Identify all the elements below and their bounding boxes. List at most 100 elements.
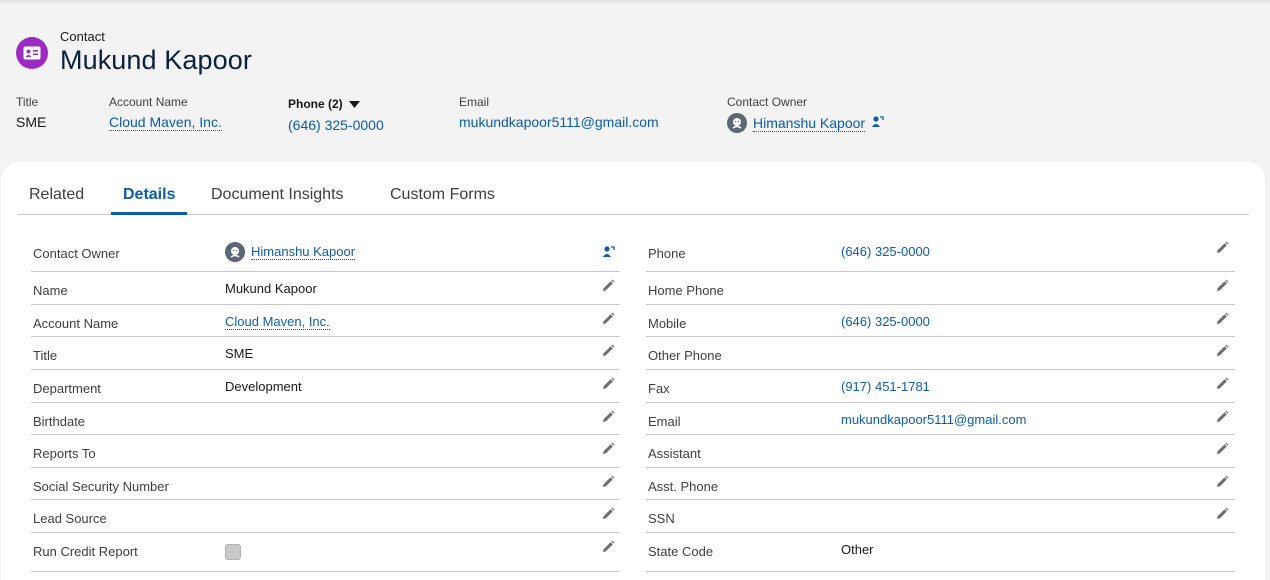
- pencil-edit-icon[interactable]: [601, 344, 615, 358]
- tab-custom-forms[interactable]: Custom Forms: [390, 186, 495, 215]
- field-label: Name: [33, 283, 68, 298]
- detail-field-birthdate: Birthdate: [31, 403, 620, 435]
- detail-field-asst-phone: Asst. Phone: [646, 468, 1235, 500]
- field-value-link[interactable]: Cloud Maven, Inc.: [225, 314, 330, 330]
- account-name-link[interactable]: Cloud Maven, Inc.: [109, 114, 222, 131]
- pencil-edit-icon[interactable]: [601, 312, 615, 326]
- highlight-account-name: Account Name Cloud Maven, Inc.: [109, 95, 222, 131]
- field-label: Birthdate: [33, 414, 86, 429]
- field-label: Contact Owner: [33, 246, 120, 261]
- field-label: State Code: [648, 544, 714, 559]
- detail-field-other-phone: Other Phone: [646, 337, 1235, 370]
- pencil-edit-icon[interactable]: [1215, 507, 1229, 521]
- detail-field-ssn: SSN: [646, 500, 1235, 533]
- pencil-edit-icon[interactable]: [1215, 377, 1229, 391]
- field-label: Lead Source: [33, 511, 107, 526]
- detail-field-fax: Fax (917) 451-1781: [646, 370, 1235, 403]
- detail-field-state-code: State Code Other: [646, 533, 1235, 572]
- pencil-edit-icon[interactable]: [601, 507, 615, 521]
- detail-field-contact-owner: Contact Owner Himanshu Kapoor: [31, 231, 620, 272]
- field-label: Mobile: [648, 316, 687, 331]
- active-tab-indicator: [111, 212, 187, 215]
- pencil-edit-icon[interactable]: [601, 377, 615, 391]
- field-value-link[interactable]: mukundkapoor5111@gmail.com: [841, 412, 1026, 427]
- field-value-link[interactable]: (646) 325-0000: [841, 244, 930, 259]
- field-label: Department: [33, 381, 101, 396]
- detail-field-department: Department Development: [31, 370, 620, 403]
- field-value-link[interactable]: (917) 451-1781: [841, 379, 930, 394]
- phone-link[interactable]: (646) 325-0000: [288, 117, 384, 133]
- field-label: Title: [33, 348, 58, 363]
- tab-bar: Related Details Document Insights Custom…: [17, 162, 1249, 215]
- field-label: Account Name: [33, 316, 119, 331]
- field-value: Other: [841, 542, 874, 557]
- detail-field-name: Name Mukund Kapoor: [31, 272, 620, 305]
- detail-field-reports-to: Reports To: [31, 435, 620, 468]
- field-label: Social Security Number: [33, 479, 169, 494]
- tab-document-insights[interactable]: Document Insights: [211, 186, 344, 215]
- pencil-edit-icon[interactable]: [1215, 241, 1229, 255]
- field-value: Cloud Maven, Inc.: [225, 314, 330, 330]
- record-header: Contact Mukund Kapoor Title SME Account …: [0, 0, 1270, 162]
- field-label: Asst. Phone: [648, 479, 719, 494]
- change-owner-icon[interactable]: [602, 245, 616, 259]
- detail-field-social-security-number: Social Security Number: [31, 468, 620, 500]
- tab-related[interactable]: Related: [29, 186, 84, 215]
- field-value: SME: [225, 346, 254, 361]
- detail-field-run-credit-report: Run Credit Report: [31, 533, 620, 572]
- email-link[interactable]: mukundkapoor5111@gmail.com: [459, 114, 659, 130]
- pencil-edit-icon[interactable]: [1215, 442, 1229, 456]
- field-label: Email: [648, 414, 681, 429]
- detail-field-phone: Phone (646) 325-0000: [646, 231, 1235, 272]
- detail-field-email: Email mukundkapoor5111@gmail.com: [646, 403, 1235, 435]
- pencil-edit-icon[interactable]: [1215, 410, 1229, 424]
- detail-field-account-name: Account Name Cloud Maven, Inc.: [31, 305, 620, 337]
- contact-card-icon: [16, 37, 48, 69]
- pencil-edit-icon[interactable]: [1215, 312, 1229, 326]
- field-label: SSN: [648, 511, 675, 526]
- contact-owner-link[interactable]: Himanshu Kapoor: [251, 244, 356, 260]
- user-avatar-icon: [225, 242, 245, 262]
- field-label: Assistant: [648, 446, 701, 461]
- contact-owner-link[interactable]: Himanshu Kapoor: [753, 115, 866, 132]
- highlight-label: Email: [459, 95, 490, 109]
- details-card: Related Details Document Insights Custom…: [1, 162, 1265, 580]
- detail-field-home-phone: Home Phone: [646, 272, 1235, 305]
- phone-dropdown[interactable]: Phone (2): [288, 97, 384, 111]
- pencil-edit-icon[interactable]: [601, 410, 615, 424]
- tab-details[interactable]: Details: [123, 186, 175, 215]
- field-label: Phone: [648, 246, 686, 261]
- detail-field-lead-source: Lead Source: [31, 500, 620, 533]
- highlight-contact-owner: Contact Owner Himanshu Kapoor: [727, 95, 884, 133]
- detail-field-mobile: Mobile (646) 325-0000: [646, 305, 1235, 337]
- caret-down-icon: [348, 97, 360, 111]
- user-avatar-icon: [727, 113, 747, 133]
- pencil-edit-icon[interactable]: [601, 279, 615, 293]
- field-label: Reports To: [33, 446, 96, 461]
- highlight-email: Email mukundkapoor5111@gmail.com: [459, 95, 659, 130]
- detail-field-assistant: Assistant: [646, 435, 1235, 468]
- field-label: Other Phone: [648, 348, 722, 363]
- pencil-edit-icon[interactable]: [1215, 344, 1229, 358]
- highlight-title: Title SME: [16, 95, 46, 130]
- pencil-edit-icon[interactable]: [601, 475, 615, 489]
- detail-field-title: Title SME: [31, 337, 620, 370]
- change-owner-icon[interactable]: [871, 115, 884, 131]
- pencil-edit-icon[interactable]: [601, 442, 615, 456]
- field-value-link[interactable]: (646) 325-0000: [841, 314, 930, 329]
- pencil-edit-icon[interactable]: [601, 540, 615, 554]
- highlight-label: Title: [16, 95, 39, 109]
- object-label: Contact: [60, 29, 105, 44]
- page-title: Mukund Kapoor: [60, 45, 252, 75]
- highlight-label: Account Name: [109, 95, 188, 109]
- run-credit-report-checkbox: [225, 544, 241, 560]
- highlight-label: Phone (2): [288, 97, 343, 111]
- highlight-value: SME: [16, 114, 47, 130]
- field-label: Fax: [648, 381, 670, 396]
- field-label: Home Phone: [648, 283, 724, 298]
- pencil-edit-icon[interactable]: [1215, 279, 1229, 293]
- field-label: Run Credit Report: [33, 544, 138, 559]
- pencil-edit-icon[interactable]: [1215, 475, 1229, 489]
- highlight-phone: Phone (2) (646) 325-0000: [288, 97, 384, 133]
- highlight-label: Contact Owner: [727, 95, 808, 109]
